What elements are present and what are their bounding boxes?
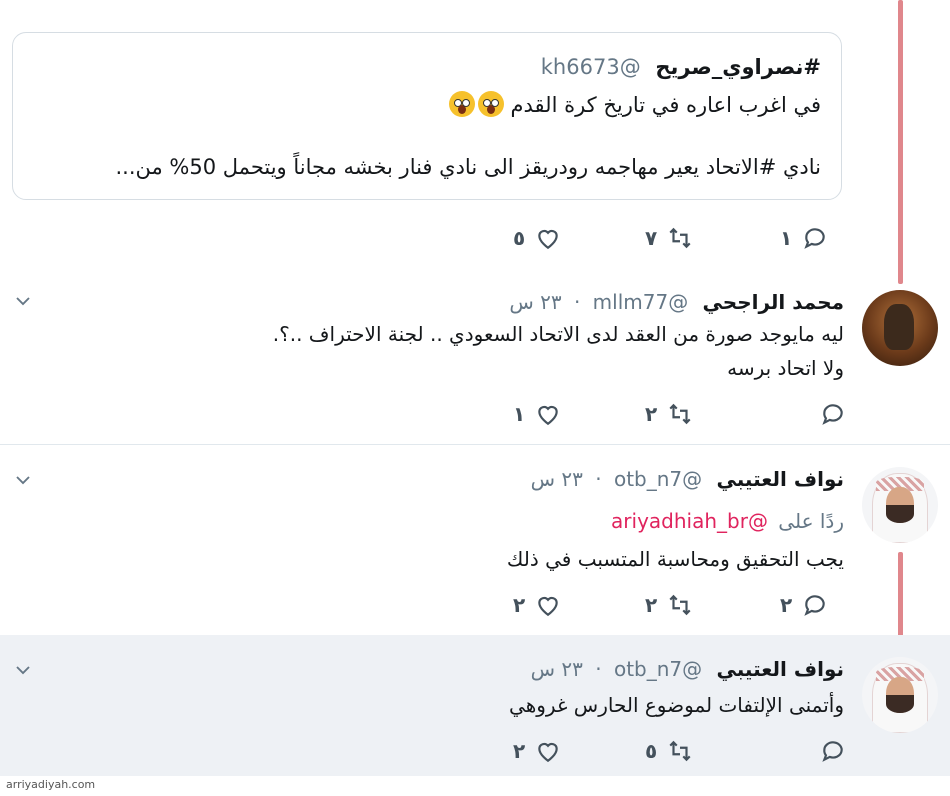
- user-name[interactable]: نواف العتيبي: [717, 657, 844, 681]
- reply-icon: [822, 404, 843, 425]
- reply-button[interactable]: [810, 737, 846, 765]
- like-button[interactable]: ٢: [513, 591, 561, 619]
- like-button[interactable]: ١: [513, 400, 561, 428]
- quoted-tweet-card[interactable]: #نصراوي_صريح @kh6673 في اغرب اعاره في تا…: [12, 32, 842, 200]
- tweet-header: نواف العتيبي @otb_n7 · ٢٣ س: [530, 467, 844, 491]
- tweet-text-line-1: وأتمنى الإلتفات لموضوع الحارس غروهي: [509, 693, 844, 717]
- retweet-icon: [669, 403, 691, 425]
- retweet-icon: [669, 594, 691, 616]
- reply-icon: [822, 741, 843, 762]
- chevron-down-icon[interactable]: [14, 292, 32, 310]
- face-screaming-in-fear-icon: [448, 91, 475, 117]
- like-count: ٥: [513, 226, 526, 250]
- user-name[interactable]: نواف العتيبي: [717, 467, 844, 491]
- user-handle[interactable]: @mllm77: [593, 290, 689, 314]
- heart-icon: [538, 596, 558, 617]
- reply-count: ١: [780, 226, 793, 250]
- retweet-count: ٧: [645, 226, 658, 250]
- avatar[interactable]: [862, 467, 938, 543]
- heart-icon: [538, 405, 558, 426]
- tweet-header: نواف العتيبي @otb_n7 · ٢٣ س: [530, 657, 844, 681]
- retweet-button[interactable]: ٢: [645, 400, 693, 428]
- quoted-tweet-header: #نصراوي_صريح @kh6673: [541, 55, 821, 79]
- mention-link[interactable]: @ariyadhiah_br: [611, 509, 768, 533]
- tweet-text-line-2: ولا اتحاد برسه: [727, 356, 844, 380]
- heart-icon: [538, 742, 558, 763]
- tweet-header: محمد الراجحي @mllm77 · ٢٣ س: [509, 290, 844, 314]
- reply-tweet[interactable]: نواف العتيبي @otb_n7 · ٢٣ س ردًا على @ar…: [0, 445, 950, 635]
- user-name[interactable]: محمد الراجحي: [703, 290, 844, 314]
- avatar[interactable]: [862, 290, 938, 366]
- reply-button[interactable]: ١: [780, 224, 828, 252]
- tweet-text-line-1: يجب التحقيق ومحاسبة المتسبب في ذلك: [506, 547, 844, 571]
- quoted-handle[interactable]: @kh6673: [541, 55, 641, 79]
- quoted-text-line-2: نادي #الاتحاد يعير مهاجمه رودريقز الى نا…: [115, 155, 821, 179]
- user-handle[interactable]: @otb_n7: [614, 657, 702, 681]
- avatar[interactable]: [862, 657, 938, 733]
- reply-tweet[interactable]: محمد الراجحي @mllm77 · ٢٣ س ليه مايوجد ص…: [0, 270, 950, 444]
- reply-tweet[interactable]: نواف العتيبي @otb_n7 · ٢٣ س وأتمنى الإلت…: [0, 635, 950, 776]
- face-screaming-in-fear-icon: [477, 91, 504, 117]
- quoted-hashtag[interactable]: #نصراوي_صريح: [655, 55, 821, 79]
- watermark: arriyadiyah.com: [6, 778, 96, 791]
- reply-icon: [804, 228, 825, 249]
- tweet-time[interactable]: ٢٣ س: [531, 657, 583, 681]
- chevron-down-icon[interactable]: [14, 471, 32, 489]
- tweet-text-line-1: ليه مايوجد صورة من العقد لدى الاتحاد الس…: [272, 322, 844, 346]
- user-handle[interactable]: @otb_n7: [614, 467, 702, 491]
- retweet-icon: [669, 740, 691, 762]
- reply-button[interactable]: [810, 400, 846, 428]
- like-button[interactable]: ٥: [513, 224, 561, 252]
- replying-to: ردًا على @ariyadhiah_br: [611, 509, 844, 533]
- quoted-text-line-1: في اغرب اعاره في تاريخ كرة القدم: [446, 91, 821, 117]
- heart-icon: [538, 229, 558, 250]
- retweet-icon: [669, 227, 691, 249]
- retweet-button[interactable]: ٢: [645, 591, 693, 619]
- reply-button[interactable]: ٢: [780, 591, 828, 619]
- chevron-down-icon[interactable]: [14, 661, 32, 679]
- tweet-time[interactable]: ٢٣ س: [509, 290, 561, 314]
- reply-icon: [804, 595, 825, 616]
- retweet-button[interactable]: ٧: [645, 224, 693, 252]
- retweet-button[interactable]: ٥: [645, 737, 693, 765]
- thread-connector-top: [898, 0, 903, 284]
- like-button[interactable]: ٢: [513, 737, 561, 765]
- tweet-time[interactable]: ٢٣ س: [531, 467, 583, 491]
